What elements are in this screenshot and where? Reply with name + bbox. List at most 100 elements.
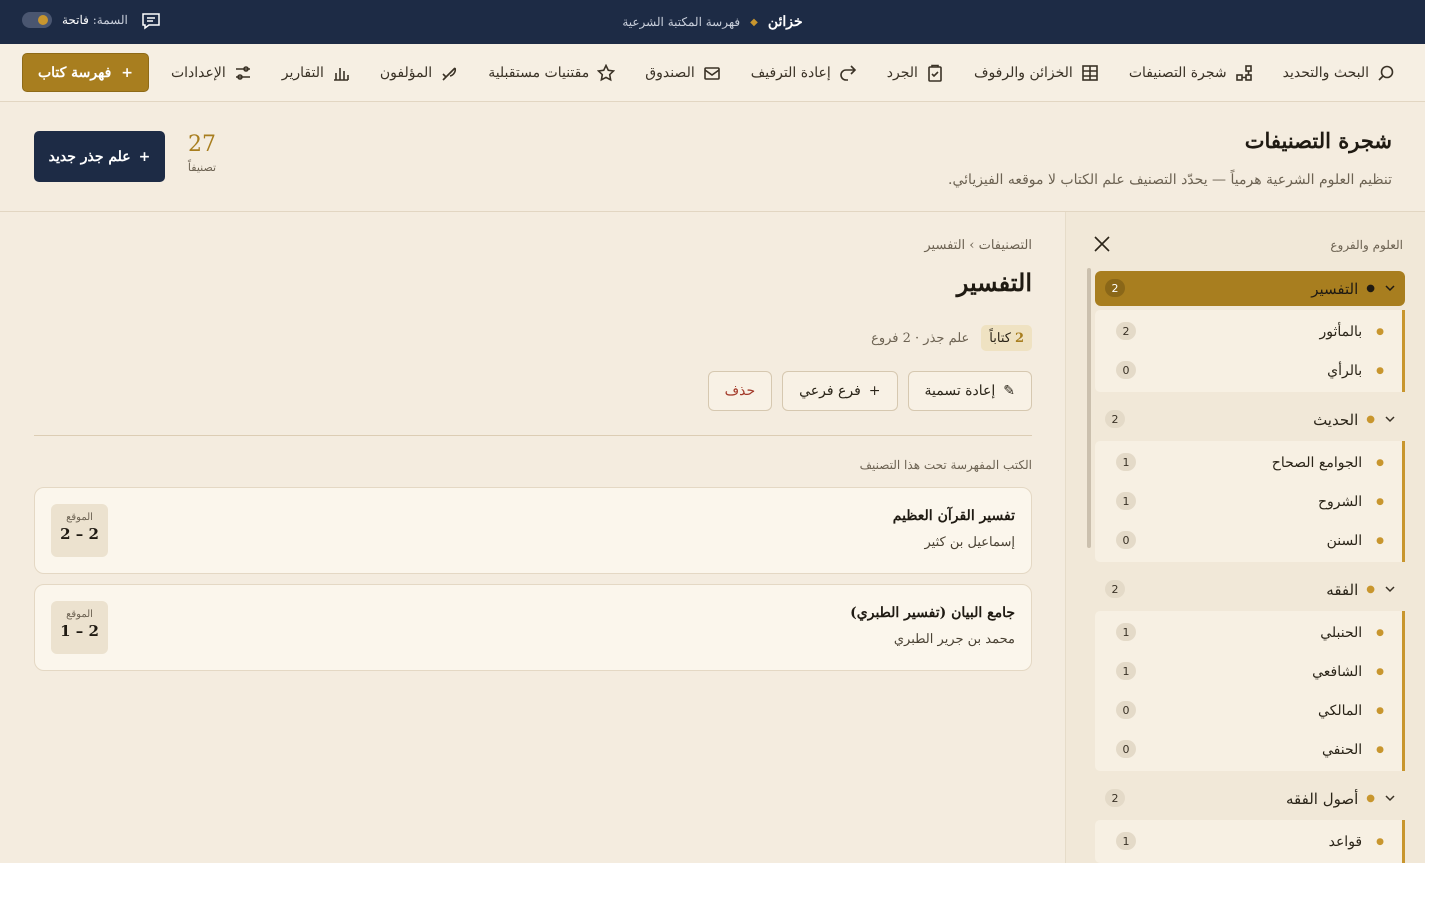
tree-bullet: ● <box>1376 744 1384 755</box>
tree-child-label: بالمأثور <box>1319 323 1363 340</box>
add-subbranch-button[interactable]: + فرع فرعي <box>782 371 898 411</box>
tree-child[interactable]: ● الحنفي 0 <box>1095 730 1402 769</box>
feedback-icon[interactable] <box>141 12 161 30</box>
tree-bullet: ● <box>1366 793 1375 804</box>
tree-bullet: ● <box>1376 836 1384 847</box>
tree-child[interactable]: ● قواعد 1 <box>1095 822 1402 861</box>
chevron-down-icon[interactable] <box>1383 281 1397 295</box>
book-card[interactable]: تفسير القرآن العظيم إسماعيل بن كثير الموقع… <box>34 487 1032 574</box>
tree-child[interactable]: ● السنن 0 <box>1095 521 1402 560</box>
new-root-button[interactable]: + علم جذر جديد <box>34 131 165 182</box>
tree-child-count: 0 <box>1116 531 1136 549</box>
tree-child-count: 0 <box>1116 701 1136 719</box>
book-card[interactable]: جامع البيان (تفسير الطبري) محمد بن جرير ا… <box>34 584 1032 671</box>
tree-child[interactable]: ● الشروح 1 <box>1095 482 1402 521</box>
brand: خزائن ◆ فهرسة المكتبة الشرعية <box>0 0 1425 44</box>
tree-child-label: الحنفي <box>1321 741 1363 758</box>
category-title: التفسير <box>956 268 1032 297</box>
tree-children: ● الحنبلي 1 ● الشافعي 1 ● المالكي 0 ● الحنفي 0 <box>1095 611 1405 771</box>
location-value: 1 – 2 <box>60 622 99 640</box>
plus-icon: + <box>138 148 151 165</box>
tree-child-count: 1 <box>1116 492 1136 510</box>
tree-child[interactable]: ● المالكي 0 <box>1095 691 1402 730</box>
category-actions: ✎ إعادة تسمية + فرع فرعي حذف <box>707 371 1032 411</box>
tree-child[interactable]: ● الشافعي 1 <box>1095 652 1402 691</box>
tree-node[interactable]: ● الحديث 2 <box>1095 402 1405 437</box>
tree-children: ● الجوامع الصحاح 1 ● الشروح 1 ● السنن 0 <box>1095 441 1405 562</box>
nav-item[interactable]: الخزائن والرفوف <box>974 64 1099 82</box>
app-subtitle: فهرسة المكتبة الشرعية <box>622 15 741 29</box>
delete-button[interactable]: حذف <box>707 371 773 411</box>
tree-child-count: 2 <box>1116 322 1136 340</box>
catalog-book-button[interactable]: + فهرسة كتاب <box>22 53 149 92</box>
tree-child-count: 1 <box>1116 832 1136 850</box>
search-icon <box>1378 65 1394 81</box>
theme-toggle[interactable] <box>22 12 52 28</box>
nav-item[interactable]: البحث والتحديد <box>1283 64 1395 82</box>
tree-child[interactable]: ● بالمأثور 2 <box>1095 312 1402 351</box>
books-count: 2 <box>1014 330 1024 346</box>
category-meta-text: علم جذر · 2 فروع <box>871 330 970 346</box>
tree-child-count: 0 <box>1116 740 1136 758</box>
nav-item[interactable]: الجرد <box>887 64 944 82</box>
tree-node-label: التفسير <box>1311 279 1359 298</box>
books-count-word: كتاباً <box>989 330 1011 346</box>
location-badge: الموقع 2 – 2 <box>51 504 108 557</box>
category-tree: ● التفسير 2 ● بالمأثور 2 ● بالرأي 0 ● الحديث 2 ● الجو… <box>1095 271 1405 863</box>
tree-node[interactable]: ● أصول الفقه 2 <box>1095 781 1405 816</box>
nav-item[interactable]: التقارير <box>282 64 350 82</box>
tree-bullet: ● <box>1366 414 1375 425</box>
nav-item[interactable]: المؤلفون <box>380 64 458 82</box>
tree-bullet: ● <box>1376 535 1384 546</box>
pencil-icon: ✎ <box>1003 383 1015 399</box>
tree-bullet: ● <box>1366 283 1375 294</box>
tree-child[interactable]: ● بالرأي 0 <box>1095 351 1402 390</box>
nav-item-label: الصندوق <box>645 65 695 81</box>
tree-child-label: المالكي <box>1317 702 1363 719</box>
delete-label: حذف <box>724 383 756 399</box>
tree-node-count: 2 <box>1105 789 1125 807</box>
grid-icon <box>1082 65 1098 81</box>
nav-item[interactable]: مقتنيات مستقبلية <box>488 64 616 82</box>
tree-node-label: الحديث <box>1313 410 1359 429</box>
scrollbar[interactable] <box>1087 268 1091 548</box>
tree-child-label: الحنبلي <box>1320 624 1363 641</box>
page-title: شجرة التصنيفات <box>1244 128 1392 153</box>
tree-bullet: ● <box>1376 627 1384 638</box>
plus-icon: + <box>868 383 881 399</box>
theme-switch[interactable]: السمة: فاتحة <box>22 12 128 28</box>
books-section-label: الكتب المفهرسة تحت هذا التصنيف <box>859 458 1032 472</box>
nav-item-label: الإعدادات <box>170 65 226 81</box>
chevron-down-icon[interactable] <box>1383 791 1397 805</box>
location-label: الموقع <box>66 609 93 620</box>
tree-node-count: 2 <box>1105 279 1125 297</box>
category-count-label: تصنيفاً <box>187 161 217 174</box>
nav-item[interactable]: شجرة التصنيفات <box>1129 64 1253 82</box>
theme-label-text: السمة: <box>92 13 128 27</box>
books-count-badge: 2 كتاباً <box>981 325 1032 351</box>
tree-child-label: بالرأي <box>1327 362 1363 379</box>
tree-node-count: 2 <box>1105 580 1125 598</box>
tree-node[interactable]: ● التفسير 2 <box>1095 271 1405 306</box>
chevron-down-icon[interactable] <box>1383 582 1397 596</box>
chevron-down-icon[interactable] <box>1383 412 1397 426</box>
app-window: خزائن ◆ فهرسة المكتبة الشرعية السمة: فات… <box>0 0 1425 863</box>
nav-item-label: التقارير <box>281 65 324 81</box>
tree-bullet: ● <box>1376 457 1384 468</box>
page-subtitle: تنظيم العلوم الشرعية هرمياً — يحدّد التص… <box>948 172 1392 188</box>
nav-item[interactable]: الصندوق <box>645 64 721 82</box>
tree-node[interactable]: ● الفقه 2 <box>1095 572 1405 607</box>
close-icon[interactable] <box>1092 234 1112 254</box>
quill-icon <box>442 67 457 81</box>
toggle-knob <box>38 15 48 25</box>
subbranch-label: فرع فرعي <box>799 383 861 399</box>
catalog-button-label: فهرسة كتاب <box>37 64 112 81</box>
tree-child[interactable]: ● الجوامع الصحاح 1 <box>1095 443 1402 482</box>
breadcrumb: التصنيفات › التفسير <box>924 238 1032 253</box>
tree-child-count: 0 <box>1116 361 1136 379</box>
tree-bullet: ● <box>1366 584 1375 595</box>
tree-child[interactable]: ● الحنبلي 1 <box>1095 613 1402 652</box>
nav-item[interactable]: إعادة الترفيف <box>751 64 857 82</box>
rename-button[interactable]: ✎ إعادة تسمية <box>907 371 1032 411</box>
nav-item[interactable]: الإعدادات <box>171 64 252 82</box>
